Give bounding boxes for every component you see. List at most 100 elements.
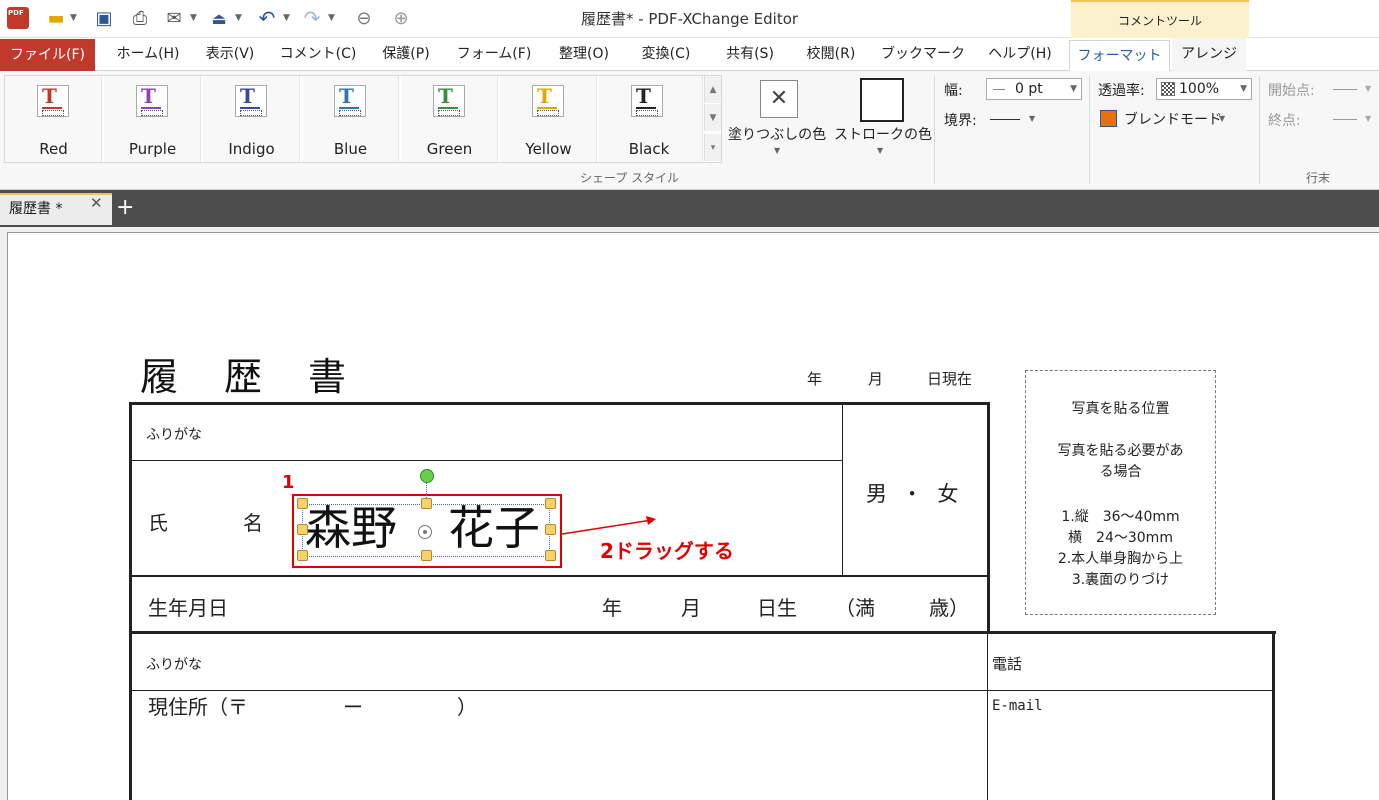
resume-title: 履 歴 書 [140,355,351,399]
furigana-label-2: ふりがな [146,657,202,673]
style-black-icon: T [631,85,663,117]
tab-format[interactable]: フォーマット [1069,40,1170,72]
center-point-icon [418,525,432,539]
photo-box-item3: 2.本人単身胸から上 [1057,551,1184,567]
step-1-marker: 1 [282,472,295,493]
photo-box-item2: 横 24〜30mm [1068,530,1173,546]
name-label-1: 氏 [148,511,168,535]
ribbon-separator [1089,76,1090,184]
new-tab-icon[interactable]: + [116,194,134,222]
table-divider [132,631,1276,634]
photo-box-line1: 写真を貼る必要があ [1057,443,1184,459]
resize-handle[interactable] [421,498,432,509]
tab-view[interactable]: 表示(V) [196,38,264,71]
tab-arrange[interactable]: アレンジ [1172,38,1246,71]
fill-color-icon[interactable]: ✕ [760,80,798,118]
start-dropdown-icon[interactable]: ▼ [1365,84,1371,93]
photo-box-line2: る場合 [1099,464,1142,480]
end-dropdown-icon[interactable]: ▼ [1365,114,1371,123]
border-style-dropdown[interactable] [990,119,1020,120]
blend-dropdown-icon[interactable]: ▼ [1219,114,1225,123]
resize-handle[interactable] [545,498,556,509]
style-indigo-icon: T [235,85,267,117]
end-point-dropdown[interactable] [1333,119,1357,120]
style-label: Blue [333,140,368,158]
style-black[interactable]: T Black [599,76,703,162]
table-border-top [129,402,990,405]
table-divider [132,690,1273,691]
tab-home[interactable]: ホーム(H) [106,38,190,71]
table-border-right-lower [1272,631,1275,800]
chevron-down-icon: ▼ [1240,84,1247,94]
birth-label: 生年月日 [148,596,228,620]
stroke-color-icon[interactable] [860,78,904,122]
resize-handle[interactable] [297,498,308,509]
style-indigo[interactable]: T Indigo [203,76,300,162]
date-month: 月 [868,370,884,388]
table-divider [987,633,988,800]
style-blue[interactable]: T Blue [302,76,399,162]
date-year: 年 [807,370,823,388]
blend-mode-icon[interactable] [1100,110,1117,127]
tab-share[interactable]: 共有(S) [714,38,786,71]
resize-handle[interactable] [297,550,308,561]
style-red[interactable]: T Red [5,76,102,162]
blend-mode-button[interactable]: ブレンドモード [1124,109,1222,129]
tab-review[interactable]: 校閲(R) [796,38,866,71]
table-border-right [987,402,990,634]
style-label: Purple [128,140,177,158]
tab-form[interactable]: フォーム(F) [452,38,536,71]
resize-handle[interactable] [421,550,432,561]
ribbon-separator [934,76,935,184]
tab-protect[interactable]: 保護(P) [370,38,442,71]
gallery-scroll-down[interactable]: ▼ [704,104,721,131]
tab-comment[interactable]: コメント(C) [276,38,360,71]
style-label: Red [39,140,68,158]
table-divider [132,575,987,577]
style-purple[interactable]: T Purple [104,76,201,162]
border-dropdown-icon[interactable]: ▼ [1029,114,1035,123]
address-dash: ー [343,695,363,719]
furigana-label: ふりがな [146,427,202,443]
ribbon-separator [1259,76,1260,184]
email-label: E-mail [992,698,1043,714]
phone-label: 電話 [992,655,1023,673]
tab-organize[interactable]: 整理(O) [548,38,620,71]
stroke-color-button[interactable]: ストロークの色 [834,124,932,144]
photo-box-item1: 1.縦 36〜40mm [1061,509,1180,525]
rotate-handle-icon[interactable] [420,469,434,483]
step-2-instruction: 2ドラッグする [600,539,734,563]
document-tab-label: 履歴書 * [9,201,63,217]
tab-file[interactable]: ファイル(F) [0,39,95,71]
gallery-scroll-up[interactable]: ▲ [704,76,721,103]
tab-help[interactable]: ヘルプ(H) [978,38,1062,71]
resize-handle[interactable] [545,524,556,535]
gender-field: 男 ・ 女 [866,482,963,506]
style-green[interactable]: T Green [401,76,498,162]
style-yellow[interactable]: T Yellow [500,76,597,162]
tab-convert[interactable]: 変換(C) [630,38,702,71]
width-label: 幅: [944,83,963,99]
resize-handle[interactable] [545,550,556,561]
start-point-label: 開始点: [1268,83,1315,99]
width-dropdown[interactable]: 0 pt ▼ [986,78,1082,100]
gallery-expand[interactable]: ▾ [704,134,721,161]
document-tab-bar [0,190,1379,227]
birth-age-close: 歳） [929,596,969,620]
photo-box-title: 写真を貼る位置 [1071,401,1170,417]
tab-bookmark[interactable]: ブックマーク [876,38,970,71]
birth-day: 日生 [757,596,797,620]
fill-dropdown-icon[interactable]: ▼ [774,146,780,155]
style-label: Indigo [228,140,275,158]
fill-color-button[interactable]: 塗りつぶしの色 [728,124,826,144]
stroke-dropdown-icon[interactable]: ▼ [877,146,883,155]
close-tab-icon[interactable]: ✕ [90,194,103,212]
style-label: Black [628,140,670,158]
resize-handle[interactable] [297,524,308,535]
address-close: ） [457,695,477,719]
start-point-dropdown[interactable] [1333,89,1357,90]
style-yellow-icon: T [532,85,564,117]
ribbon-group-label: シェープ スタイル [580,171,680,185]
table-divider [842,404,843,576]
opacity-dropdown[interactable]: 100% ▼ [1156,78,1252,100]
